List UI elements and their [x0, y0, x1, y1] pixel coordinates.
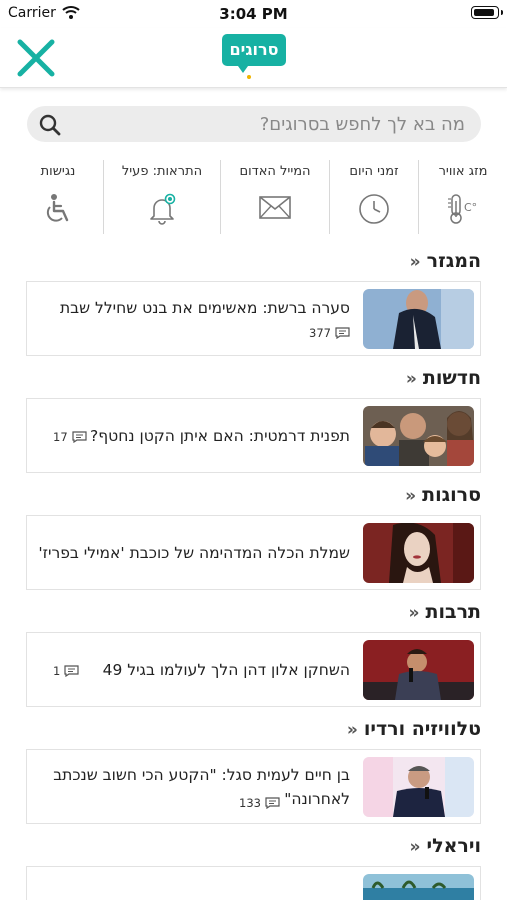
- wheelchair-icon: [46, 194, 69, 222]
- article-headline: השחקן אלון דהן הלך לעולמו בגיל 49: [102, 661, 350, 679]
- chevron-left-icon: «: [408, 603, 420, 623]
- shortcut-label: מזג אוויר: [438, 164, 488, 179]
- comment-icon: [335, 327, 350, 339]
- svg-text:C°: C°: [464, 201, 477, 214]
- comment-count-value: 1: [53, 664, 61, 678]
- article-card[interactable]: תפנית דרמטית: האם איתן הקטן נחטף? 17: [26, 398, 481, 473]
- battery-level: [474, 9, 494, 16]
- article-headline: שמלת הכלה המדהימה של כוכבת 'אמילי בפריז': [38, 544, 350, 562]
- article-thumbnail: [363, 406, 474, 466]
- section-title-text: סרוגות: [422, 484, 481, 506]
- article-thumbnail: [363, 640, 474, 700]
- section-title-text: חדשות: [422, 367, 481, 389]
- battery-icon: [471, 6, 503, 19]
- section-title-tv-radio[interactable]: טלוויזיה ורדיו«: [347, 718, 481, 740]
- shortcut-label: נגישות: [40, 164, 76, 179]
- article-card[interactable]: בן חיים לעמית סגל: "הקטע הכי חשוב שנכתב …: [26, 749, 481, 824]
- shortcuts-bar: מזג אוויר C° זמני היום המייל האדום התראו…: [0, 158, 507, 234]
- shortcut-label: זמני היום: [349, 164, 399, 179]
- close-button[interactable]: [14, 36, 58, 80]
- chevron-left-icon: «: [409, 837, 421, 857]
- article-thumbnail: [363, 757, 474, 817]
- chevron-left-icon: «: [346, 720, 358, 740]
- section-title-text: המגזר: [426, 250, 481, 272]
- section-title-text: טלוויזיה ורדיו: [363, 718, 481, 740]
- status-bar: Carrier 3:04 PM: [0, 0, 507, 28]
- section-title-news[interactable]: חדשות«: [406, 367, 481, 389]
- article-card[interactable]: סערה ברשת: מאשימים את בנט שחילל שבת 377: [26, 281, 481, 356]
- logo-tail: [238, 66, 248, 73]
- article-headline: תפנית דרמטית: האם איתן הקטן נחטף?: [90, 427, 350, 445]
- comment-count: 377: [309, 326, 350, 340]
- section-title-text: תרבות: [425, 601, 481, 623]
- article-headline: בן חיים לעמית סגל: "הקטע הכי חשוב שנכתב …: [53, 766, 350, 808]
- chevron-left-icon: «: [405, 369, 417, 389]
- shortcut-label: המייל האדום: [239, 164, 311, 179]
- comment-count: 133: [239, 796, 280, 810]
- section-title-culture[interactable]: תרבות«: [409, 601, 482, 623]
- shortcut-label: התראות: פעיל: [121, 164, 203, 179]
- chevron-left-icon: «: [409, 252, 421, 272]
- article-card[interactable]: [26, 866, 481, 900]
- comment-count-value: 133: [239, 796, 261, 810]
- comment-count-value: 17: [53, 430, 68, 444]
- mail-icon: [259, 196, 291, 219]
- bell-icon: [150, 193, 176, 225]
- comment-icon: [265, 797, 280, 809]
- thermometer-icon: C°: [448, 194, 477, 224]
- shortcut-weather[interactable]: מזג אוויר C°: [419, 158, 507, 234]
- section-title-text: ויראלי: [426, 835, 481, 857]
- shortcut-notifications[interactable]: התראות: פעיל: [104, 158, 220, 234]
- app-logo[interactable]: סרוגים: [222, 34, 286, 66]
- search-input[interactable]: [83, 106, 465, 142]
- app-header: סרוגים: [0, 28, 507, 88]
- section-title-srugot[interactable]: סרוגות«: [405, 484, 481, 506]
- section-title-viral[interactable]: ויראלי«: [410, 835, 481, 857]
- status-time: 3:04 PM: [219, 5, 288, 23]
- shortcut-red-mail[interactable]: המייל האדום: [221, 158, 329, 234]
- chevron-left-icon: «: [405, 486, 417, 506]
- search-icon[interactable]: [39, 114, 61, 136]
- article-thumbnail: [363, 874, 474, 900]
- logo-dot: [247, 75, 251, 79]
- article-card[interactable]: שמלת הכלה המדהימה של כוכבת 'אמילי בפריז': [26, 515, 481, 590]
- clock-icon: [359, 194, 389, 224]
- comment-icon: [72, 431, 87, 443]
- section-title-sector[interactable]: המגזר«: [410, 250, 481, 272]
- shortcut-day-times[interactable]: זמני היום: [330, 158, 418, 234]
- search-bar[interactable]: [27, 106, 481, 142]
- article-card[interactable]: השחקן אלון דהן הלך לעולמו בגיל 49 1: [26, 632, 481, 707]
- comment-count: 1: [53, 664, 79, 678]
- shortcut-accessibility[interactable]: נגישות: [13, 158, 103, 234]
- article-thumbnail: [363, 289, 474, 349]
- article-headline: סערה ברשת: מאשימים את בנט שחילל שבת: [59, 299, 350, 317]
- article-thumbnail: [363, 523, 474, 583]
- comment-icon: [64, 665, 79, 677]
- comment-count-value: 377: [309, 326, 331, 340]
- comment-count: 17: [53, 430, 87, 444]
- close-icon: [17, 39, 55, 77]
